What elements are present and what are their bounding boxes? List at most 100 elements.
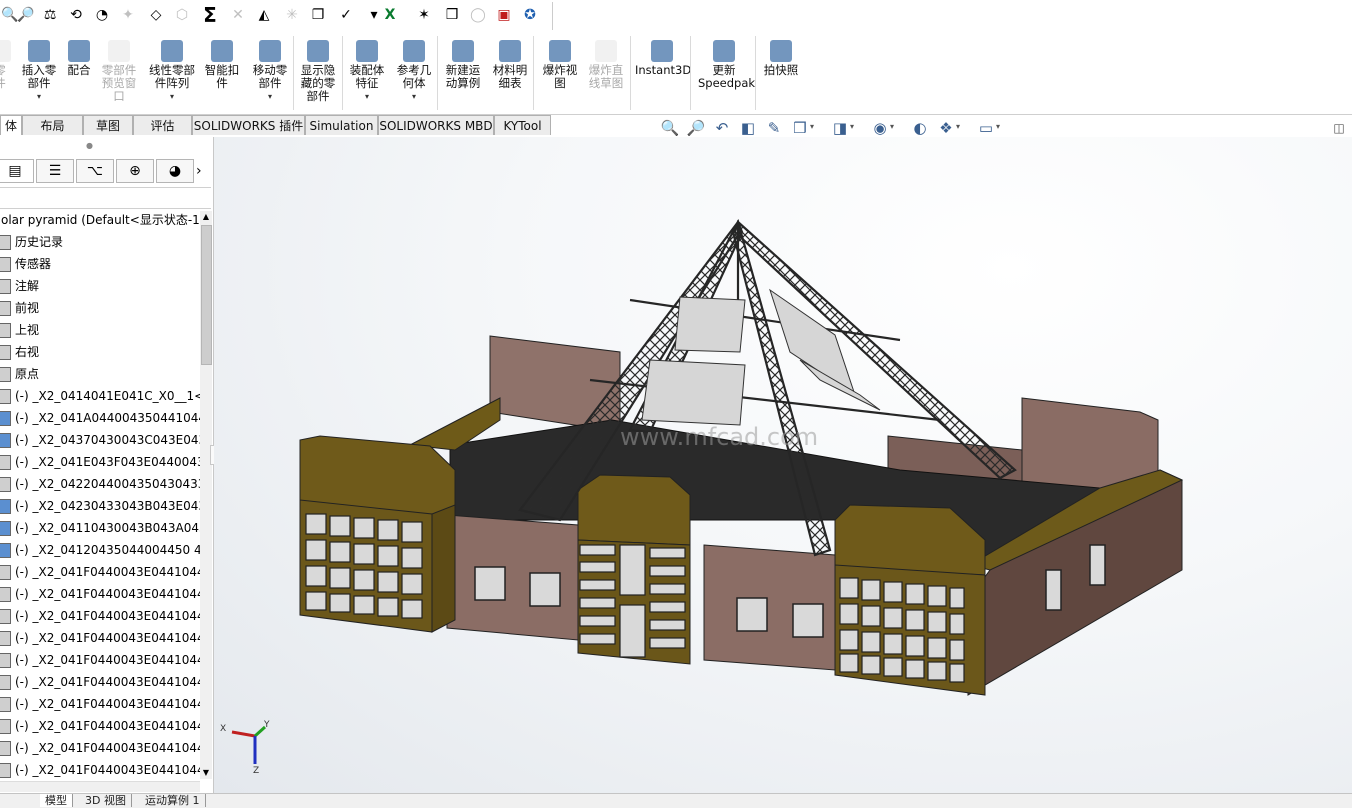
ribbon-button-9[interactable]: 参考几 何体 ▾ — [394, 40, 434, 101]
view-dropdown-caret-icon[interactable]: ▾ — [810, 122, 814, 131]
expand-panel-icon[interactable]: ◫ — [1329, 118, 1349, 138]
rebuild-icon[interactable]: ⟲ — [66, 5, 86, 25]
balance-icon[interactable]: ⚖ — [40, 5, 60, 25]
view-dropdown-caret-icon[interactable]: ▾ — [956, 122, 960, 131]
excel-icon[interactable]: X — [380, 5, 400, 25]
dimxpert-icon[interactable]: ⊕ — [116, 159, 154, 183]
ribbon-button-2[interactable]: 配合 — [64, 40, 94, 77]
tree-node[interactable]: (-) _X2_041F0440043E04410442 — [0, 671, 200, 693]
gauge-icon[interactable]: ◔ — [92, 5, 112, 25]
tree-node[interactable]: 传感器 — [0, 253, 200, 275]
tree-node[interactable]: (-) _X2_041F0440043E04410442 — [0, 737, 200, 759]
mirror-icon[interactable]: ◭ — [254, 5, 274, 25]
ribbon-button-10[interactable]: 新建运 动算例 — [441, 40, 485, 90]
edit-appearance-icon[interactable]: ◐ — [910, 118, 930, 138]
bottom-tab-0[interactable]: 模型 — [40, 794, 73, 807]
tree-node[interactable]: (-) _X2_04370430043C043E043A — [0, 429, 200, 451]
view-dropdown-caret-icon[interactable]: ▾ — [996, 122, 1000, 131]
copy-icon[interactable]: ❐ — [308, 5, 328, 25]
tab-5[interactable]: Simulation — [305, 115, 378, 135]
tree-node[interactable]: (-) _X2_0414041E041C_X0__1<1 — [0, 385, 200, 407]
ribbon-button-15[interactable]: 更新 Speedpak — [698, 40, 755, 90]
scroll-up-arrow[interactable]: ▲ — [200, 211, 212, 223]
tree-node[interactable]: (-) _X2_04120435044004450 43D — [0, 539, 200, 561]
red-doc-icon[interactable]: ▣ — [494, 5, 514, 25]
tree-node[interactable]: (-) _X2_041F0440043E04410442 — [0, 605, 200, 627]
pin-icon[interactable]: ✶ — [414, 5, 434, 25]
gear-blue-icon[interactable]: ✪ — [520, 5, 540, 25]
box-icon[interactable]: ◇ — [146, 5, 166, 25]
bottom-tab-2[interactable]: 运动算例 1 — [140, 794, 206, 807]
tab-6[interactable]: SOLIDWORKS MBD — [378, 115, 494, 135]
tree-node[interactable]: (-) _X2_041F0440043E04410442 — [0, 561, 200, 583]
scroll-down-arrow[interactable]: ▼ — [200, 767, 212, 779]
zoom-to-fit-icon[interactable]: 🔍 — [660, 118, 680, 138]
tree-node[interactable]: (-) _X2_04110430043B043A0430 — [0, 517, 200, 539]
hscroll-bar[interactable] — [0, 781, 200, 792]
tab-4[interactable]: SOLIDWORKS 插件 — [192, 115, 305, 135]
tree-node[interactable]: 注解 — [0, 275, 200, 297]
find-icon[interactable]: 🔎 — [16, 5, 36, 25]
view-dropdown-caret-icon[interactable]: ▾ — [850, 122, 854, 131]
dropdown-caret-icon[interactable]: ▾ — [250, 93, 290, 101]
tree-node[interactable]: (-) _X2_0422044004350430433 — [0, 473, 200, 495]
cube-check-icon[interactable]: ❒ — [442, 5, 462, 25]
tree-node[interactable]: 历史记录 — [0, 231, 200, 253]
previous-view-icon[interactable]: ↶ — [712, 118, 732, 138]
configuration-manager-icon[interactable]: ⌥ — [76, 159, 114, 183]
graphics-viewport[interactable]: www.mfcad.com X Y Z — [214, 137, 1352, 793]
sigma-icon[interactable]: Σ — [200, 5, 220, 25]
panel-filter-bar[interactable] — [0, 187, 211, 209]
bottom-tab-1[interactable]: 3D 视图 — [80, 794, 132, 807]
tree-node[interactable]: (-) _X2_041F0440043E04410442 — [0, 693, 200, 715]
hide-show-icon[interactable]: ◉ — [870, 118, 890, 138]
view-settings-icon[interactable]: ▭ — [976, 118, 996, 138]
ribbon-button-5[interactable]: 智能扣 件 — [203, 40, 241, 90]
display-style-icon[interactable]: ◨ — [830, 118, 850, 138]
tree-node[interactable]: (-) _X2_041F0440043E04410442 — [0, 583, 200, 605]
panel-grip[interactable]: ● — [86, 141, 93, 150]
dropdown-caret-icon[interactable]: ▾ — [146, 93, 198, 101]
dynamic-annotation-icon[interactable]: ✎ — [764, 118, 784, 138]
display-manager-icon[interactable]: ◕ — [156, 159, 194, 183]
property-manager-icon[interactable]: ☰ — [36, 159, 74, 183]
tree-node[interactable]: 原点 — [0, 363, 200, 385]
tab-7[interactable]: KYTool — [494, 115, 551, 135]
tree-node[interactable]: (-) _X2_041E043F043E0440043D — [0, 451, 200, 473]
panel-more-arrow-icon[interactable]: › — [196, 163, 202, 179]
apply-scene-icon[interactable]: ❖ — [936, 118, 956, 138]
scroll-thumb[interactable] — [201, 225, 212, 365]
dropdown-caret-icon[interactable]: ▾ — [20, 93, 58, 101]
ribbon-button-14[interactable]: Instant3D — [635, 40, 691, 77]
ribbon-button-6[interactable]: 移动零 部件 ▾ — [250, 40, 290, 101]
tree-node[interactable]: (-) _X2_041F0440043E04410442 — [0, 715, 200, 737]
ribbon-button-12[interactable]: 爆炸视 图 — [540, 40, 580, 90]
tab-1[interactable]: 布局 — [22, 115, 83, 135]
ribbon-button-4[interactable]: 线性零部 件阵列 ▾ — [146, 40, 198, 101]
ribbon-button-11[interactable]: 材料明 细表 — [490, 40, 530, 90]
section-view-icon[interactable]: ◧ — [738, 118, 758, 138]
tree-node[interactable]: (-) _X2_041A0440043504410442 — [0, 407, 200, 429]
view-dropdown-caret-icon[interactable]: ▾ — [890, 122, 894, 131]
ribbon-button-16[interactable]: 拍快照 — [762, 40, 800, 77]
tree-node[interactable]: (-) _X2_041F0440043E04410442 — [0, 627, 200, 649]
ribbon-button-8[interactable]: 装配体 特征 ▾ — [347, 40, 387, 101]
tab-3[interactable]: 评估 — [133, 115, 192, 135]
check-icon[interactable]: ✓ — [336, 5, 356, 25]
view-orientation-icon[interactable]: ❒ — [790, 118, 810, 138]
dropdown-caret-icon[interactable]: ▾ — [347, 93, 387, 101]
tree-node[interactable]: (-) _X2_04230433043B043E0432 — [0, 495, 200, 517]
tree-node[interactable]: 右视 — [0, 341, 200, 363]
tab-0[interactable]: 体 — [0, 115, 22, 135]
dropdown-caret-icon[interactable]: ▾ — [394, 93, 434, 101]
zoom-area-icon[interactable]: 🔎 — [686, 118, 706, 138]
tree-node[interactable]: 上视 — [0, 319, 200, 341]
tree-node[interactable]: (-) _X2_041F0440043E04410442 — [0, 759, 200, 779]
tree-node[interactable]: (-) _X2_041F0440043E04410442 — [0, 649, 200, 671]
ribbon-button-1[interactable]: 插入零 部件 ▾ — [20, 40, 58, 101]
ribbon-button-7[interactable]: 显示隐 藏的零 部件 — [298, 40, 338, 103]
tab-2[interactable]: 草图 — [83, 115, 133, 135]
tree-node[interactable]: 前视 — [0, 297, 200, 319]
tree-node[interactable]: olar pyramid (Default<显示状态-1 — [0, 209, 200, 231]
feature-manager-icon[interactable]: ▤ — [0, 159, 34, 183]
